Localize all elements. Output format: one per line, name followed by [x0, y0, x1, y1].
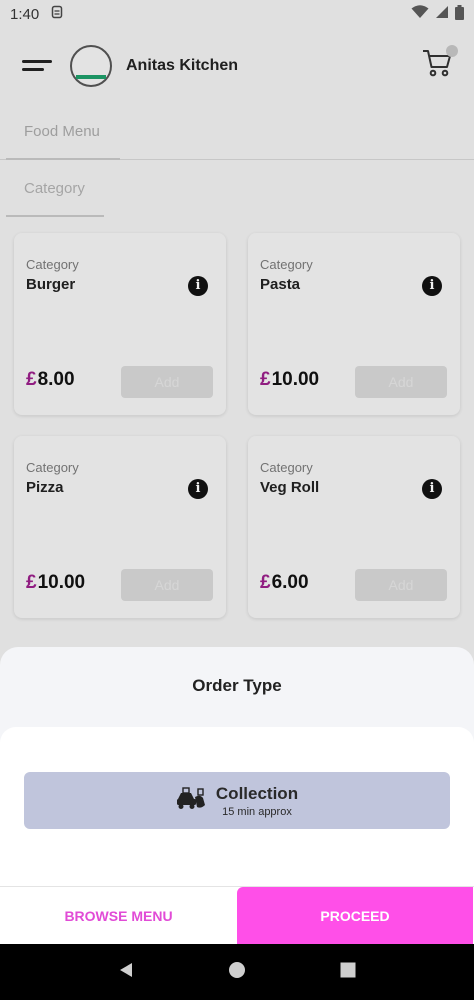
status-time: 1:40 [10, 5, 40, 23]
home-icon[interactable] [228, 961, 246, 984]
recents-icon[interactable] [339, 961, 357, 984]
order-type-sheet: Order Type Collection 15 min approx BROW… [0, 647, 474, 945]
signal-icon [435, 5, 449, 23]
sheet-actions: BROWSE MENU PROCEED [0, 886, 474, 945]
collection-option[interactable]: Collection 15 min approx [24, 772, 450, 829]
collection-car-icon [176, 785, 206, 816]
option-subtitle: 15 min approx [222, 805, 292, 818]
sheet-title: Order Type [192, 676, 282, 695]
back-icon[interactable] [117, 961, 135, 984]
status-bar: 1:40 [0, 0, 474, 28]
battery-icon [455, 4, 464, 24]
option-title: Collection [215, 783, 299, 803]
sim-icon [51, 5, 63, 23]
system-nav-bar [0, 944, 474, 1000]
proceed-button[interactable]: PROCEED [237, 887, 473, 945]
wifi-icon [411, 5, 429, 23]
browse-menu-button[interactable]: BROWSE MENU [0, 887, 237, 945]
sheet-body: Collection 15 min approx [0, 727, 474, 887]
